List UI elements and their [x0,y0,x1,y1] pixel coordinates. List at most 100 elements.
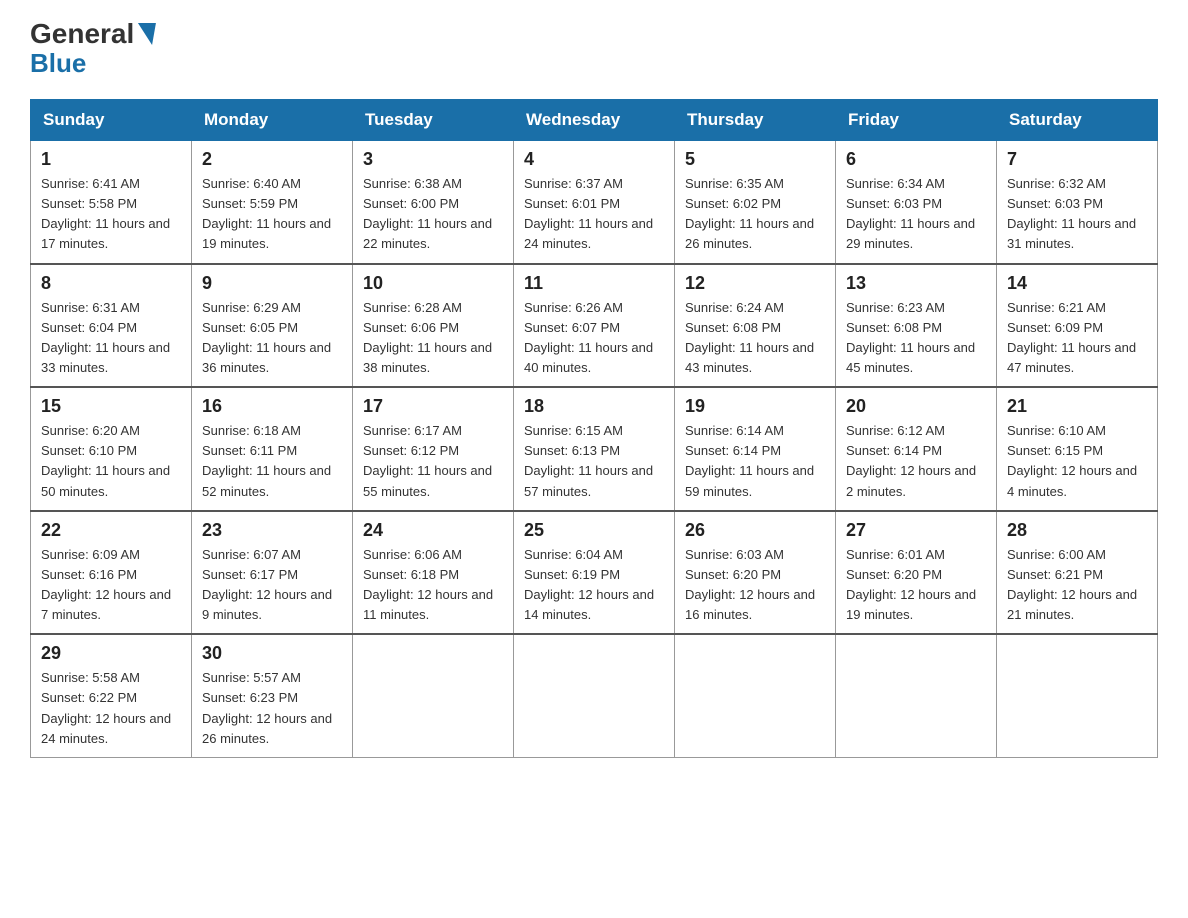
day-info: Sunrise: 6:18 AMSunset: 6:11 PMDaylight:… [202,423,331,498]
calendar-cell: 14 Sunrise: 6:21 AMSunset: 6:09 PMDaylig… [997,264,1158,388]
calendar-week-row: 8 Sunrise: 6:31 AMSunset: 6:04 PMDayligh… [31,264,1158,388]
day-info: Sunrise: 6:14 AMSunset: 6:14 PMDaylight:… [685,423,814,498]
calendar-cell [514,634,675,757]
day-number: 15 [41,396,181,417]
calendar-cell: 29 Sunrise: 5:58 AMSunset: 6:22 PMDaylig… [31,634,192,757]
day-info: Sunrise: 6:15 AMSunset: 6:13 PMDaylight:… [524,423,653,498]
day-info: Sunrise: 6:09 AMSunset: 6:16 PMDaylight:… [41,547,171,622]
day-info: Sunrise: 6:28 AMSunset: 6:06 PMDaylight:… [363,300,492,375]
logo-arrow-icon [134,23,156,45]
day-number: 4 [524,149,664,170]
day-info: Sunrise: 5:57 AMSunset: 6:23 PMDaylight:… [202,670,332,745]
calendar-cell: 21 Sunrise: 6:10 AMSunset: 6:15 PMDaylig… [997,387,1158,511]
day-info: Sunrise: 6:35 AMSunset: 6:02 PMDaylight:… [685,176,814,251]
day-number: 12 [685,273,825,294]
calendar-cell: 9 Sunrise: 6:29 AMSunset: 6:05 PMDayligh… [192,264,353,388]
day-number: 13 [846,273,986,294]
day-number: 6 [846,149,986,170]
day-info: Sunrise: 6:37 AMSunset: 6:01 PMDaylight:… [524,176,653,251]
calendar-cell: 16 Sunrise: 6:18 AMSunset: 6:11 PMDaylig… [192,387,353,511]
day-number: 20 [846,396,986,417]
calendar-cell: 12 Sunrise: 6:24 AMSunset: 6:08 PMDaylig… [675,264,836,388]
calendar-cell: 22 Sunrise: 6:09 AMSunset: 6:16 PMDaylig… [31,511,192,635]
calendar-cell: 5 Sunrise: 6:35 AMSunset: 6:02 PMDayligh… [675,141,836,264]
day-number: 30 [202,643,342,664]
logo-general: General [30,20,134,48]
day-number: 29 [41,643,181,664]
day-info: Sunrise: 6:26 AMSunset: 6:07 PMDaylight:… [524,300,653,375]
calendar-cell: 8 Sunrise: 6:31 AMSunset: 6:04 PMDayligh… [31,264,192,388]
day-number: 27 [846,520,986,541]
calendar-cell: 19 Sunrise: 6:14 AMSunset: 6:14 PMDaylig… [675,387,836,511]
day-info: Sunrise: 6:23 AMSunset: 6:08 PMDaylight:… [846,300,975,375]
day-number: 9 [202,273,342,294]
day-info: Sunrise: 6:38 AMSunset: 6:00 PMDaylight:… [363,176,492,251]
day-info: Sunrise: 6:07 AMSunset: 6:17 PMDaylight:… [202,547,332,622]
calendar-cell: 1 Sunrise: 6:41 AMSunset: 5:58 PMDayligh… [31,141,192,264]
calendar-cell: 28 Sunrise: 6:00 AMSunset: 6:21 PMDaylig… [997,511,1158,635]
logo: General Blue [30,20,154,79]
weekday-header-sunday: Sunday [31,100,192,141]
day-info: Sunrise: 6:31 AMSunset: 6:04 PMDaylight:… [41,300,170,375]
weekday-header-saturday: Saturday [997,100,1158,141]
calendar-cell [353,634,514,757]
day-number: 28 [1007,520,1147,541]
day-number: 17 [363,396,503,417]
day-info: Sunrise: 5:58 AMSunset: 6:22 PMDaylight:… [41,670,171,745]
calendar-header-row: SundayMondayTuesdayWednesdayThursdayFrid… [31,100,1158,141]
calendar-cell: 26 Sunrise: 6:03 AMSunset: 6:20 PMDaylig… [675,511,836,635]
calendar-cell [675,634,836,757]
day-number: 26 [685,520,825,541]
calendar-cell: 3 Sunrise: 6:38 AMSunset: 6:00 PMDayligh… [353,141,514,264]
day-info: Sunrise: 6:34 AMSunset: 6:03 PMDaylight:… [846,176,975,251]
day-info: Sunrise: 6:04 AMSunset: 6:19 PMDaylight:… [524,547,654,622]
day-info: Sunrise: 6:29 AMSunset: 6:05 PMDaylight:… [202,300,331,375]
calendar-week-row: 22 Sunrise: 6:09 AMSunset: 6:16 PMDaylig… [31,511,1158,635]
calendar-cell: 11 Sunrise: 6:26 AMSunset: 6:07 PMDaylig… [514,264,675,388]
calendar-cell: 17 Sunrise: 6:17 AMSunset: 6:12 PMDaylig… [353,387,514,511]
calendar-cell: 30 Sunrise: 5:57 AMSunset: 6:23 PMDaylig… [192,634,353,757]
day-info: Sunrise: 6:24 AMSunset: 6:08 PMDaylight:… [685,300,814,375]
calendar-cell: 20 Sunrise: 6:12 AMSunset: 6:14 PMDaylig… [836,387,997,511]
calendar-cell [997,634,1158,757]
weekday-header-thursday: Thursday [675,100,836,141]
weekday-header-wednesday: Wednesday [514,100,675,141]
day-info: Sunrise: 6:06 AMSunset: 6:18 PMDaylight:… [363,547,493,622]
day-number: 11 [524,273,664,294]
logo-blue: Blue [30,48,86,79]
day-number: 23 [202,520,342,541]
day-info: Sunrise: 6:01 AMSunset: 6:20 PMDaylight:… [846,547,976,622]
weekday-header-tuesday: Tuesday [353,100,514,141]
day-number: 18 [524,396,664,417]
calendar-week-row: 15 Sunrise: 6:20 AMSunset: 6:10 PMDaylig… [31,387,1158,511]
day-number: 25 [524,520,664,541]
day-number: 22 [41,520,181,541]
day-number: 21 [1007,396,1147,417]
calendar-cell: 7 Sunrise: 6:32 AMSunset: 6:03 PMDayligh… [997,141,1158,264]
calendar-cell [836,634,997,757]
day-info: Sunrise: 6:32 AMSunset: 6:03 PMDaylight:… [1007,176,1136,251]
page-header: General Blue [30,20,1158,79]
calendar-cell: 18 Sunrise: 6:15 AMSunset: 6:13 PMDaylig… [514,387,675,511]
day-info: Sunrise: 6:21 AMSunset: 6:09 PMDaylight:… [1007,300,1136,375]
day-number: 2 [202,149,342,170]
day-number: 19 [685,396,825,417]
day-number: 14 [1007,273,1147,294]
calendar-cell: 6 Sunrise: 6:34 AMSunset: 6:03 PMDayligh… [836,141,997,264]
day-number: 8 [41,273,181,294]
calendar-cell: 2 Sunrise: 6:40 AMSunset: 5:59 PMDayligh… [192,141,353,264]
day-info: Sunrise: 6:17 AMSunset: 6:12 PMDaylight:… [363,423,492,498]
day-info: Sunrise: 6:12 AMSunset: 6:14 PMDaylight:… [846,423,976,498]
weekday-header-friday: Friday [836,100,997,141]
day-number: 7 [1007,149,1147,170]
calendar-cell: 13 Sunrise: 6:23 AMSunset: 6:08 PMDaylig… [836,264,997,388]
calendar-cell: 4 Sunrise: 6:37 AMSunset: 6:01 PMDayligh… [514,141,675,264]
day-number: 10 [363,273,503,294]
calendar-cell: 10 Sunrise: 6:28 AMSunset: 6:06 PMDaylig… [353,264,514,388]
day-number: 5 [685,149,825,170]
calendar-week-row: 29 Sunrise: 5:58 AMSunset: 6:22 PMDaylig… [31,634,1158,757]
calendar-cell: 24 Sunrise: 6:06 AMSunset: 6:18 PMDaylig… [353,511,514,635]
calendar-cell: 15 Sunrise: 6:20 AMSunset: 6:10 PMDaylig… [31,387,192,511]
calendar-table: SundayMondayTuesdayWednesdayThursdayFrid… [30,99,1158,758]
calendar-cell: 27 Sunrise: 6:01 AMSunset: 6:20 PMDaylig… [836,511,997,635]
